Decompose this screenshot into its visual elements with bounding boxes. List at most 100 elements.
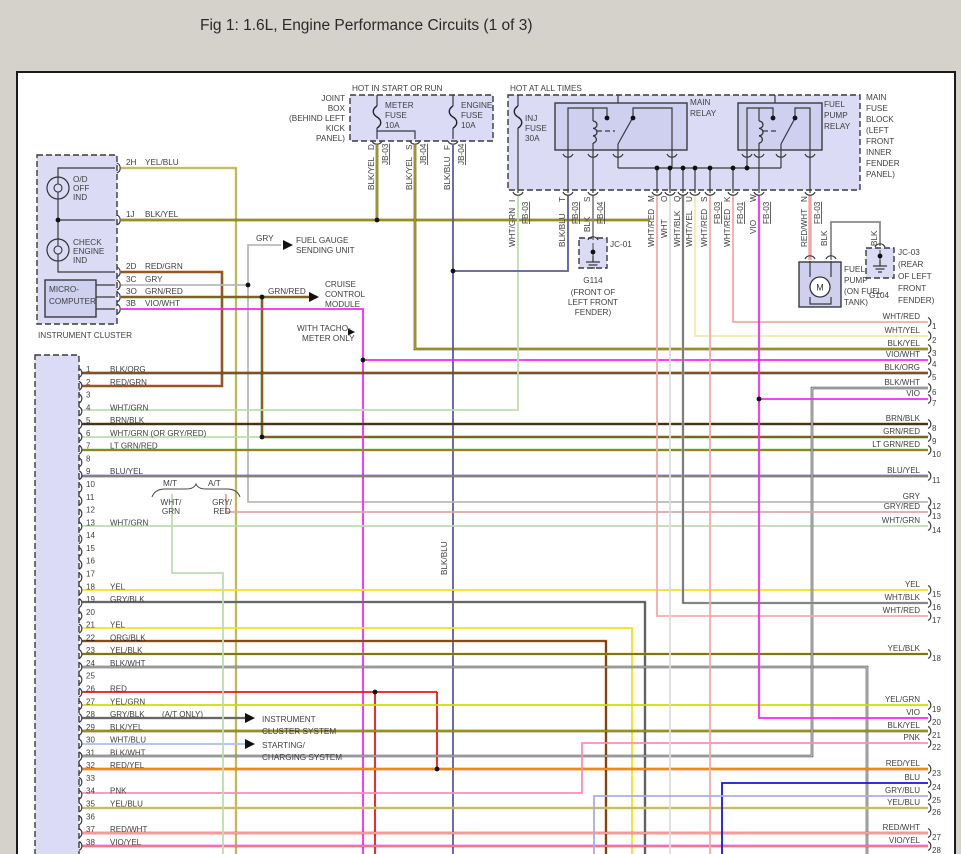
right-pin-wire-label: BRN/BLK <box>886 414 921 423</box>
junction-dot <box>260 435 265 440</box>
rotated-wire-label: WHT/RED <box>700 209 709 247</box>
diagram-label: COMPUTER <box>49 297 96 306</box>
left-pin-wire-label: YEL <box>110 582 126 591</box>
right-pin-wire-label: LT GRN/RED <box>872 440 920 449</box>
rotated-wire-label: U <box>685 196 694 202</box>
diagram-label: VIO/WHT <box>145 299 180 308</box>
left-pin-number: 22 <box>86 633 95 642</box>
rotated-wire-label: S <box>405 144 414 150</box>
left-pin-number: 20 <box>86 608 95 617</box>
left-pin-number: 4 <box>86 403 91 412</box>
diagram-label: 10A <box>461 121 476 130</box>
left-pin-number: 2 <box>86 378 91 387</box>
diagram-label: CONTROL <box>325 290 365 299</box>
diagram-label: FENDER) <box>575 308 612 317</box>
diagram-label: GRN/RED <box>268 287 306 296</box>
right-pin-wire-label: GRY/BLU <box>885 786 920 795</box>
left-pin-number: 17 <box>86 569 95 578</box>
left-pin-number: 37 <box>86 825 95 834</box>
diagram-label: FRONT <box>866 137 894 146</box>
diagram-label: FUSE <box>866 104 888 113</box>
diagram-label: JC-01 <box>610 240 632 249</box>
rotated-wire-label: WHT/RED <box>723 209 732 247</box>
junction-dot <box>793 116 798 121</box>
left-pin-wire-label: BRN/BLK <box>110 416 145 425</box>
diagram-label: BLOCK <box>866 115 894 124</box>
diagram-label: INSTRUMENT CLUSTER <box>38 331 132 340</box>
diagram-label: LEFT FRONT <box>568 298 618 307</box>
right-pin-wire-label: GRY/RED <box>884 502 921 511</box>
left-pin-number: 31 <box>86 748 95 757</box>
diagram-label: STARTING/ <box>262 741 306 750</box>
left-pin-number: 25 <box>86 672 95 681</box>
junction-dot <box>631 116 636 121</box>
rotated-wire-label: O <box>660 196 669 202</box>
left-pin-number: 38 <box>86 838 95 847</box>
junction-dot <box>757 397 762 402</box>
junction-dot <box>375 218 380 223</box>
right-pin-number: 10 <box>932 450 941 459</box>
diagram-label: FUEL <box>824 100 845 109</box>
left-pin-number: 30 <box>86 736 95 745</box>
left-pin-wire-label: RED/YEL <box>110 761 145 770</box>
left-pin-number: 16 <box>86 557 95 566</box>
rotated-wire-label: W <box>749 194 758 202</box>
right-pin-wire-label: VIO/YEL <box>889 836 921 845</box>
diagram-label: O/D <box>73 175 88 184</box>
rotated-wire-label: FB-01 <box>736 201 745 224</box>
diagram-label: G114 <box>583 276 603 285</box>
rotated-wire-label: M <box>647 195 656 202</box>
left-pin-wire-label: VIO/YEL <box>110 838 142 847</box>
right-pin-wire-label: BLK/YEL <box>888 339 921 348</box>
diagram-label: RED/GRN <box>145 262 183 271</box>
right-pin-wire-label: BLU/YEL <box>887 466 920 475</box>
left-pin-wire-label: YEL <box>110 621 126 630</box>
diagram-label: YEL/BLU <box>145 158 179 167</box>
left-pin-wire-label: PNK <box>110 787 127 796</box>
left-pin-number: 5 <box>86 416 91 425</box>
left-pin-wire-label: GRY/BLK <box>110 710 145 719</box>
right-pin-wire-label: WHT/RED <box>883 606 921 615</box>
diagram-label: WITH TACHO- <box>297 324 351 333</box>
diagram-label: CRUISE <box>325 280 356 289</box>
diagram-label: 30A <box>525 134 540 143</box>
rotated-wire-label: BLK/YEL <box>405 156 414 190</box>
diagram-label: (ON FUEL <box>844 287 883 296</box>
diagram-label: MAIN <box>690 98 711 107</box>
left-pin-wire-label: WHT/GRN <box>110 518 148 527</box>
right-pin-number: 8 <box>932 424 937 433</box>
right-pin-number: 1 <box>932 322 937 331</box>
rotated-wire-label: WHT/YEL <box>685 210 694 247</box>
rotated-wire-label: WHT <box>660 219 669 238</box>
diagram-label: (BEHIND LEFT <box>289 114 345 123</box>
right-pin-number: 19 <box>932 705 941 714</box>
wiring-diagram-canvas: MHOT IN START OR RUNHOT AT ALL TIMESJOIN… <box>0 0 961 854</box>
right-pin-number: 20 <box>932 718 941 727</box>
left-pin-number: 7 <box>86 442 91 451</box>
rotated-wire-label: WHT/BLK <box>673 210 682 247</box>
left-pin-number: 28 <box>86 710 95 719</box>
right-pin-wire-label: BLK/YEL <box>888 721 921 730</box>
left-pin-wire-label: BLU/YEL <box>110 467 143 476</box>
rotated-wire-label: WHT/RED <box>647 209 656 247</box>
junction-dot <box>668 166 673 171</box>
left-pin-number: 27 <box>86 697 95 706</box>
junction-dot <box>246 283 251 288</box>
right-pin-wire-label: BLK/WHT <box>884 378 920 387</box>
diagram-label: CHARGING SYSTEM <box>262 753 342 762</box>
diagram-label: RELAY <box>824 122 851 131</box>
left-pin-wire-label: BLK/WHT <box>110 748 146 757</box>
rotated-wire-label: JB-03 <box>381 143 390 165</box>
right-pin-number: 13 <box>932 512 941 521</box>
diagram-label: JOINT <box>321 94 345 103</box>
diagram-label: GRY <box>145 275 163 284</box>
junction-dot <box>745 166 750 171</box>
rotated-wire-label: BLK <box>870 230 879 246</box>
diagram-label: OF LEFT <box>898 272 932 281</box>
right-pin-number: 11 <box>932 476 941 485</box>
diagram-label: PANEL) <box>316 134 345 143</box>
junction-dot <box>878 254 883 259</box>
right-pin-number: 22 <box>932 743 941 752</box>
junction-dot <box>731 166 736 171</box>
left-pin-number: 23 <box>86 646 95 655</box>
